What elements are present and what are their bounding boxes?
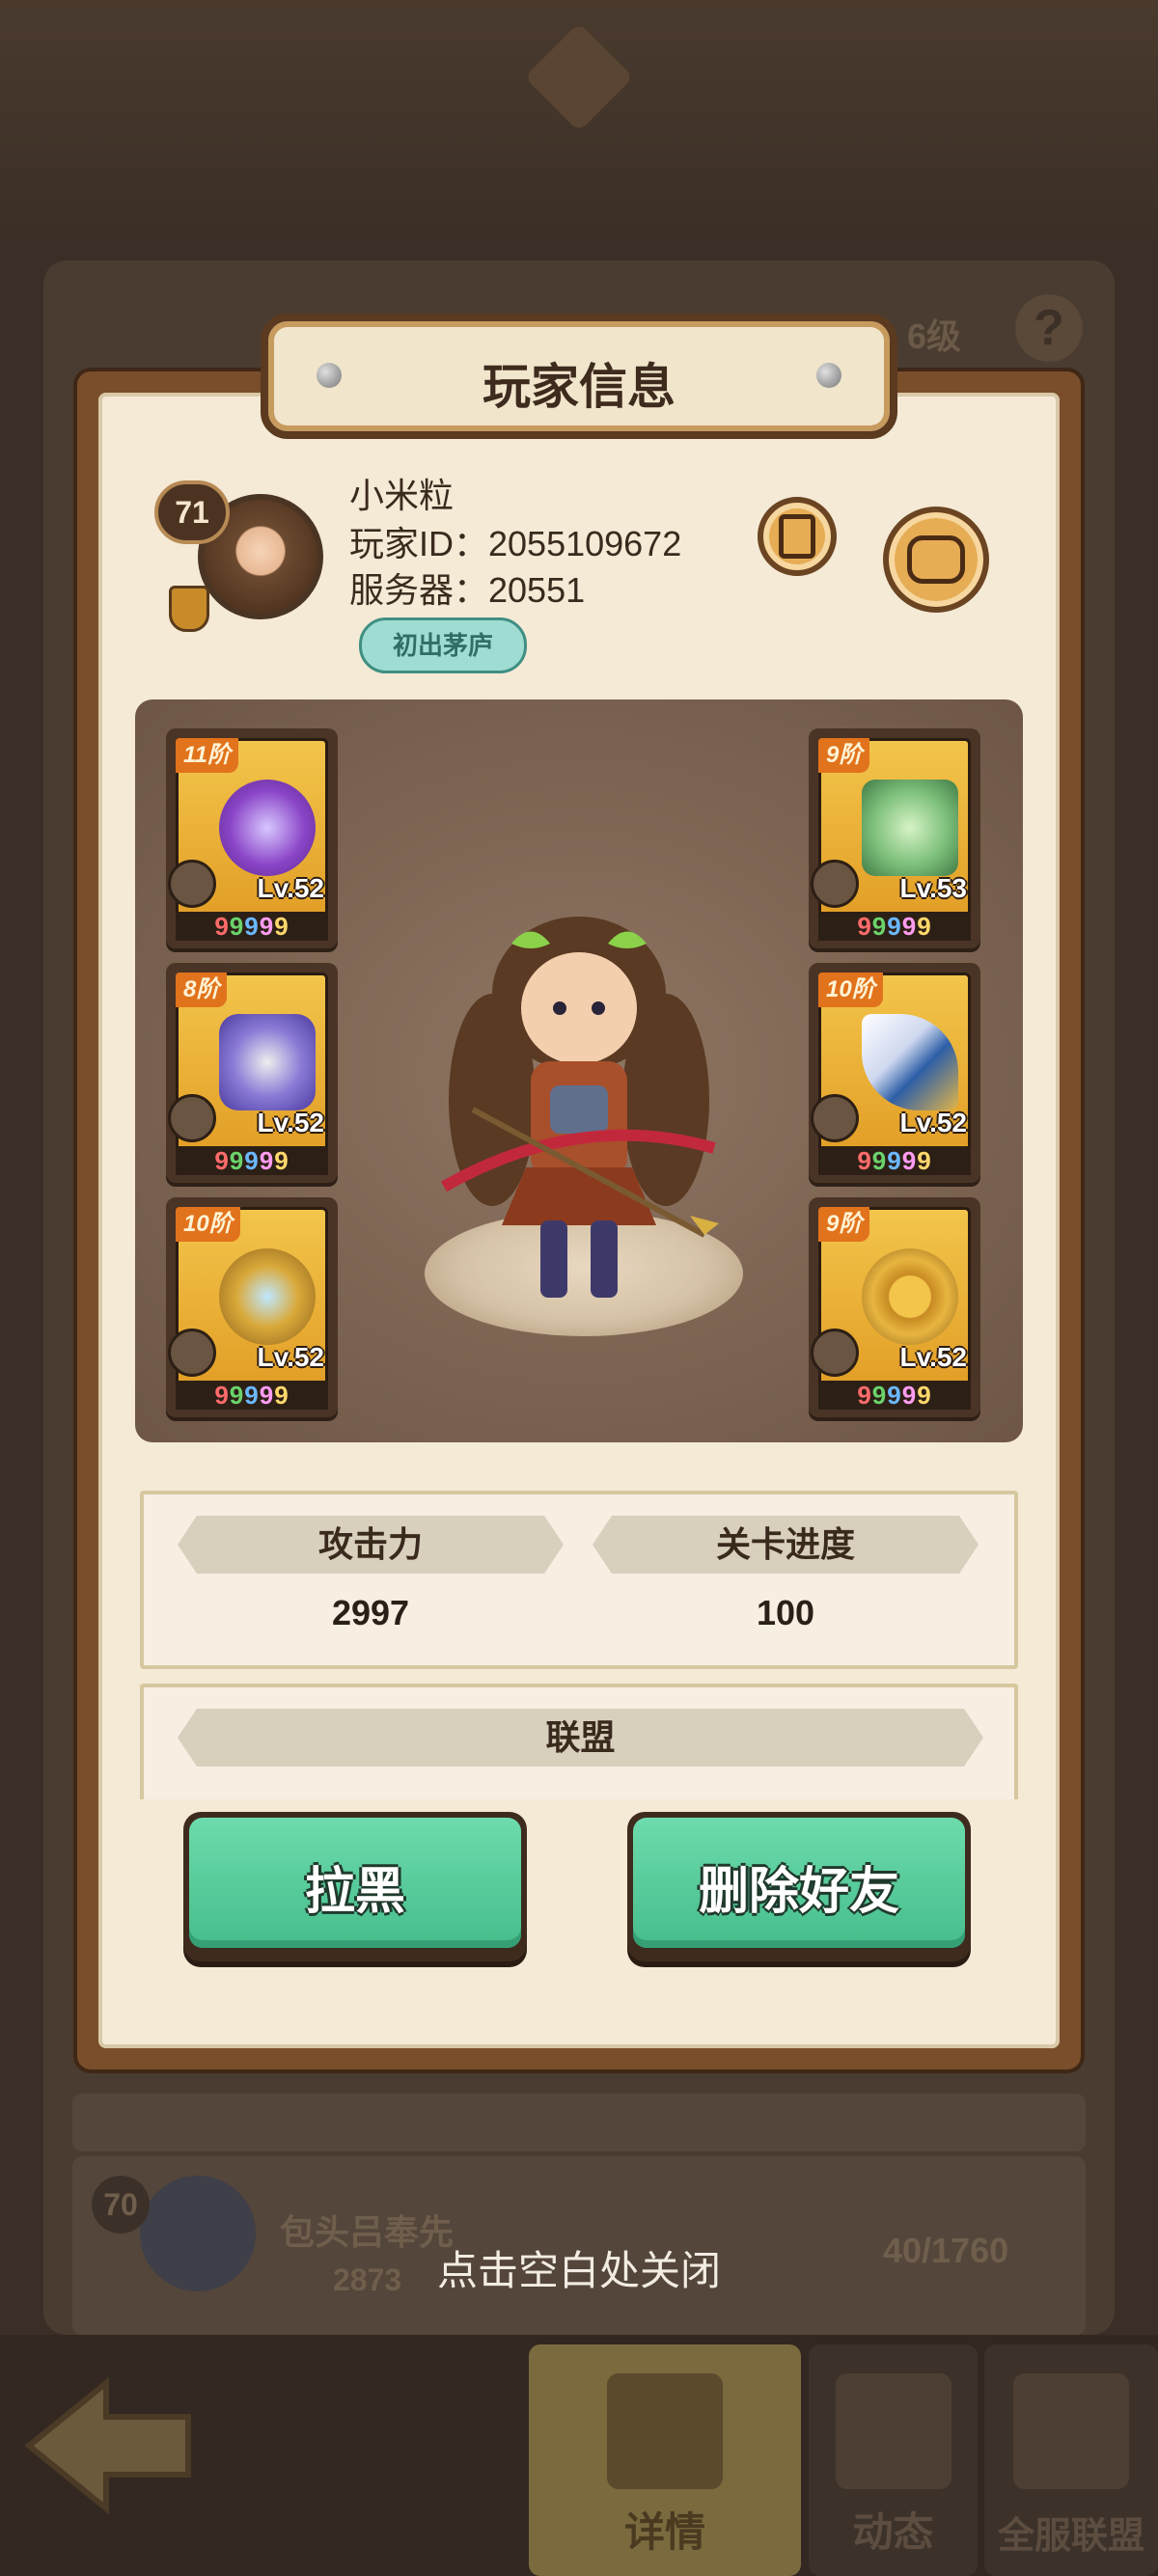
- document-icon: [779, 514, 815, 559]
- equipment-slot-helmet[interactable]: 11阶 Lv.52 99999: [166, 728, 338, 948]
- block-button-label: 拉黑: [304, 1864, 405, 1920]
- player-title-badge: 初出茅庐: [359, 617, 527, 673]
- equipment-gems: 99999: [176, 1146, 328, 1175]
- modal-title-plaque: 玩家信息: [261, 314, 897, 439]
- equipment-tier: 9阶: [818, 738, 870, 773]
- tab-feed[interactable]: 动态: [809, 2344, 978, 2576]
- equipment-slot-boots[interactable]: 8阶 Lv.52 99999: [166, 963, 338, 1183]
- beast-mark-icon: [811, 860, 859, 908]
- alliance-icon: [1013, 2373, 1129, 2489]
- rivet-icon: [816, 363, 841, 388]
- background-level-text: 6级: [907, 316, 962, 356]
- attack-value: 2997: [331, 1593, 410, 1632]
- hero-portrait-icon: [168, 860, 216, 908]
- ring-icon: [862, 1248, 958, 1345]
- boots-icon: [219, 1014, 316, 1110]
- dagger-mark-icon: [811, 1094, 859, 1142]
- player-level-badge: 71: [154, 480, 230, 544]
- background-list-item: [72, 2094, 1086, 2151]
- equipment-gems: 99999: [818, 912, 971, 941]
- equipment-level: Lv.52: [899, 1108, 967, 1137]
- tab-alliance-label: 全服联盟: [997, 2516, 1144, 2557]
- player-name: 小米粒: [349, 476, 455, 515]
- equipment-tier: 10阶: [818, 973, 883, 1007]
- tab-feed-label: 动态: [852, 2509, 934, 2555]
- question-icon[interactable]: ?: [1015, 294, 1083, 362]
- delete-friend-button-label: 删除好友: [698, 1864, 899, 1920]
- equipment-level: Lv.52: [257, 1108, 324, 1137]
- alliance-label: 联盟: [178, 1709, 983, 1767]
- close-hint[interactable]: 点击空白处关闭: [0, 2238, 1158, 2297]
- block-button[interactable]: 拉黑: [183, 1812, 527, 1961]
- equipment-tier: 8阶: [176, 973, 228, 1007]
- equipment-gems: 99999: [176, 1381, 328, 1410]
- shield-icon: [169, 586, 209, 632]
- modal-title: 玩家信息: [482, 360, 676, 414]
- equipment-slot-armor[interactable]: 9阶 Lv.53 99999: [809, 728, 980, 948]
- swirl-mark-icon: [811, 1329, 859, 1377]
- stats-panel: 攻击力 2997 关卡进度 100: [140, 1491, 1018, 1669]
- helmet-icon: [219, 780, 316, 876]
- hero-character: [441, 917, 719, 1298]
- boot-mark-icon: [168, 1094, 216, 1142]
- equipment-level: Lv.52: [899, 1342, 967, 1372]
- bracer-icon: [219, 1248, 316, 1345]
- chat-icon: [907, 535, 965, 584]
- equipment-tier: 11阶: [176, 738, 238, 773]
- armor-icon: [862, 780, 958, 876]
- equipment-level: Lv.53: [899, 873, 967, 903]
- alliance-panel: 联盟: [140, 1684, 1018, 1799]
- equipment-tier: 10阶: [176, 1207, 240, 1242]
- equipment-level: Lv.52: [257, 873, 324, 903]
- player-server: 服务器：20551: [349, 570, 586, 610]
- bracer-mark-icon: [168, 1329, 216, 1377]
- equipment-gems: 99999: [176, 912, 328, 941]
- progress-label: 关卡进度: [593, 1516, 979, 1574]
- tab-alliance[interactable]: 全服联盟: [984, 2344, 1158, 2576]
- equipment-level: Lv.52: [257, 1342, 324, 1372]
- pavilion-icon: [607, 2373, 723, 2489]
- back-arrow-icon[interactable]: [19, 2373, 203, 2518]
- equipment-gems: 99999: [818, 1381, 971, 1410]
- feed-icon: [835, 2373, 951, 2489]
- equipment-slot-bracer[interactable]: 10阶 Lv.52 99999: [166, 1197, 338, 1417]
- tab-details[interactable]: 详情: [529, 2344, 801, 2576]
- equipment-slot-weapon[interactable]: 10阶 Lv.52 99999: [809, 963, 980, 1183]
- progress-value: 100: [756, 1593, 815, 1632]
- tab-details-label: 详情: [623, 2509, 705, 2555]
- attack-label: 攻击力: [178, 1516, 564, 1574]
- copy-button[interactable]: [758, 497, 837, 576]
- equipment-tier: 9阶: [818, 1207, 870, 1242]
- chat-button[interactable]: [883, 507, 989, 613]
- player-id: 玩家ID：2055109672: [349, 524, 682, 563]
- sword-icon: [862, 1014, 958, 1110]
- background-row-level: 70: [92, 2176, 150, 2233]
- delete-friend-button[interactable]: 删除好友: [627, 1812, 971, 1961]
- equipment-gems: 99999: [818, 1146, 971, 1175]
- equipment-slot-ring[interactable]: 9阶 Lv.52 99999: [809, 1197, 980, 1417]
